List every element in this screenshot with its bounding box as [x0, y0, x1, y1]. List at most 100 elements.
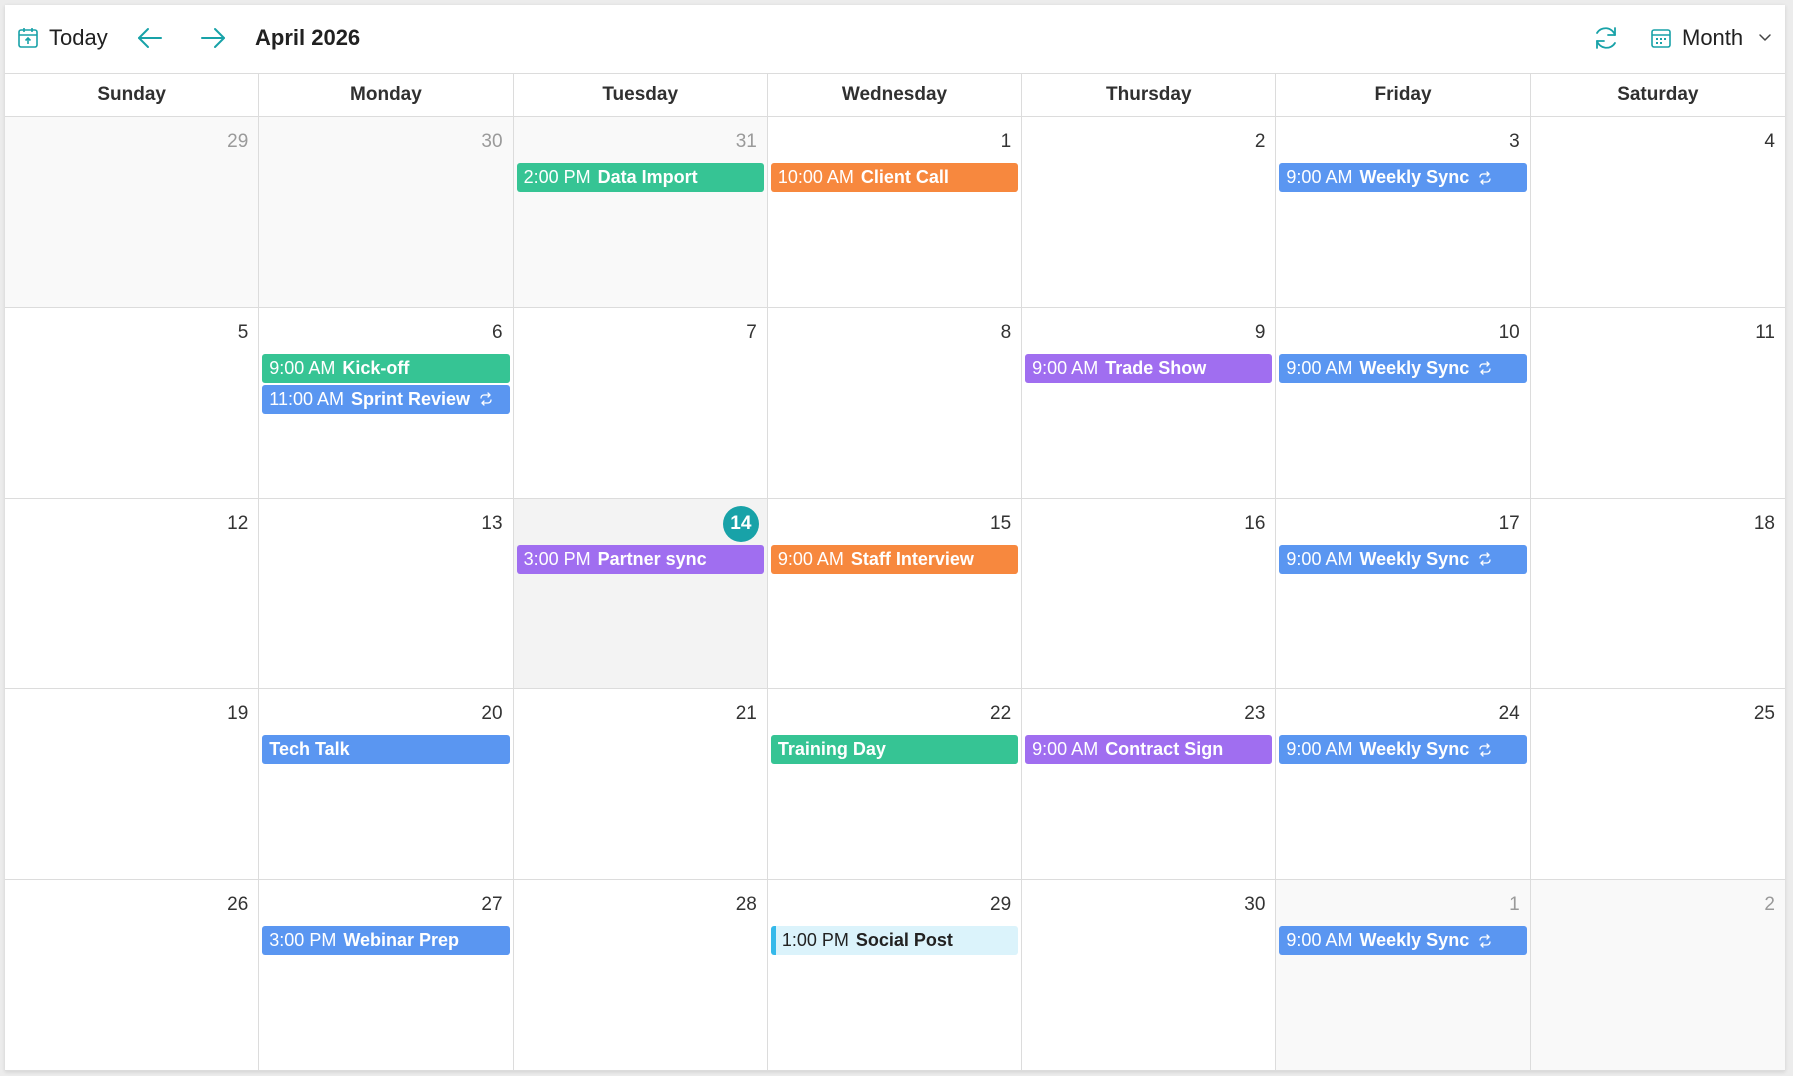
appointment[interactable]: 1:00 PM Social Post: [770, 926, 1019, 956]
day-cell[interactable]: 5: [5, 307, 260, 499]
day-number[interactable]: 7: [746, 322, 757, 344]
day-cell[interactable]: 4: [1530, 117, 1785, 308]
day-cell[interactable]: 18: [1530, 498, 1785, 690]
appointment-time: 1:00 PM: [781, 930, 849, 951]
today-date-badge[interactable]: 14: [722, 505, 759, 542]
day-number[interactable]: 21: [736, 703, 757, 725]
appointment-subject: Webinar Prep: [343, 930, 460, 951]
day-number[interactable]: 17: [1499, 513, 1520, 535]
day-number[interactable]: 18: [1754, 513, 1775, 535]
day-cell[interactable]: 16: [1022, 498, 1277, 690]
day-cell[interactable]: 17 9:00 AM Weekly Sync: [1276, 498, 1531, 690]
day-cell[interactable]: 8: [767, 307, 1023, 499]
previous-button[interactable]: [135, 23, 165, 53]
day-cell[interactable]: 3 9:00 AM Weekly Sync: [1276, 117, 1531, 308]
day-number[interactable]: 23: [1244, 703, 1265, 725]
day-cell[interactable]: 7: [513, 307, 768, 499]
day-cell[interactable]: 19: [5, 689, 260, 881]
appointment[interactable]: Tech Talk: [262, 735, 510, 765]
appointment-subject: Kick-off: [342, 357, 410, 378]
appointment[interactable]: 9:00 AM Contract Sign: [1025, 735, 1273, 765]
day-number[interactable]: 29: [990, 894, 1011, 916]
day-cell[interactable]: 29: [5, 117, 260, 308]
day-number[interactable]: 16: [1244, 513, 1265, 535]
day-number[interactable]: 25: [1754, 703, 1775, 725]
appointment-subject: Weekly Sync: [1359, 739, 1470, 760]
day-cell[interactable]: 14 3:00 PM Partner sync: [513, 498, 768, 690]
appointment[interactable]: 11:00 AM Sprint Review: [262, 384, 510, 414]
day-number[interactable]: 30: [481, 131, 502, 153]
day-cell[interactable]: 28: [513, 880, 768, 1071]
day-number[interactable]: 3: [1509, 131, 1520, 153]
day-cell[interactable]: 15 9:00 AM Staff Interview: [767, 498, 1023, 690]
day-number[interactable]: 30: [1244, 894, 1265, 916]
appointment[interactable]: 10:00 AM Client Call: [770, 163, 1019, 192]
weekday-header-tuesday: Tuesday: [514, 74, 768, 116]
day-number[interactable]: 1: [1509, 894, 1520, 916]
day-number[interactable]: 12: [227, 513, 248, 535]
day-cell[interactable]: 2: [1022, 117, 1277, 308]
appointment[interactable]: 9:00 AM Weekly Sync: [1279, 926, 1527, 956]
day-cell[interactable]: 27 3:00 PM Webinar Prep: [259, 880, 514, 1071]
date-range-button[interactable]: April 2026: [255, 25, 360, 51]
day-number[interactable]: 5: [238, 322, 249, 344]
day-number[interactable]: 9: [1255, 322, 1266, 344]
appointment[interactable]: 9:00 AM Weekly Sync: [1279, 544, 1527, 574]
day-cell[interactable]: 20 Tech Talk: [259, 689, 514, 881]
day-cell[interactable]: 31 2:00 PM Data Import: [513, 117, 768, 308]
day-cell[interactable]: 6 9:00 AM Kick-off 11:00 AM Sprint Review: [259, 307, 514, 499]
day-cell[interactable]: 26: [5, 880, 260, 1071]
day-cell[interactable]: 22 Training Day: [767, 689, 1023, 881]
refresh-button[interactable]: [1591, 23, 1621, 53]
day-cell[interactable]: 13: [259, 498, 514, 690]
day-cell[interactable]: 24 9:00 AM Weekly Sync: [1276, 689, 1531, 881]
today-button[interactable]: Today: [17, 25, 108, 51]
day-cell[interactable]: 23 9:00 AM Contract Sign: [1022, 689, 1277, 881]
appointment[interactable]: 9:00 AM Kick-off: [262, 353, 510, 383]
day-number[interactable]: 13: [481, 513, 502, 535]
day-cell[interactable]: 29 1:00 PM Social Post: [767, 880, 1023, 1071]
day-number[interactable]: 20: [481, 703, 502, 725]
appointment[interactable]: Training Day: [770, 735, 1019, 765]
event-list: 3:00 PM Webinar Prep: [262, 926, 510, 957]
day-number[interactable]: 26: [227, 894, 248, 916]
appointment[interactable]: 9:00 AM Weekly Sync: [1279, 163, 1527, 192]
day-number[interactable]: 24: [1499, 703, 1520, 725]
day-number[interactable]: 2: [1255, 131, 1266, 153]
day-number[interactable]: 4: [1764, 131, 1775, 153]
next-button[interactable]: [198, 23, 228, 53]
day-cell[interactable]: 9 9:00 AM Trade Show: [1022, 307, 1277, 499]
day-number[interactable]: 28: [736, 894, 757, 916]
day-number[interactable]: 11: [1755, 322, 1775, 344]
day-cell[interactable]: 11: [1530, 307, 1785, 499]
day-cell[interactable]: 2: [1530, 880, 1785, 1071]
day-number[interactable]: 27: [481, 894, 502, 916]
appointment[interactable]: 9:00 AM Weekly Sync: [1279, 735, 1527, 765]
day-number[interactable]: 15: [990, 513, 1011, 535]
day-cell[interactable]: 1 9:00 AM Weekly Sync: [1276, 880, 1531, 1071]
day-cell[interactable]: 10 9:00 AM Weekly Sync: [1276, 307, 1531, 499]
day-cell[interactable]: 12: [5, 498, 260, 690]
appointment[interactable]: 2:00 PM Data Import: [516, 163, 764, 192]
day-cell[interactable]: 1 10:00 AM Client Call: [767, 117, 1023, 308]
day-number[interactable]: 22: [990, 703, 1011, 725]
day-cell[interactable]: 21: [513, 689, 768, 881]
appointment[interactable]: 9:00 AM Weekly Sync: [1279, 353, 1527, 383]
day-number[interactable]: 6: [492, 322, 503, 344]
view-switcher[interactable]: Month: [1650, 25, 1773, 51]
day-number[interactable]: 19: [227, 703, 248, 725]
appointment[interactable]: 3:00 PM Webinar Prep: [262, 926, 510, 956]
day-number[interactable]: 29: [227, 131, 248, 153]
day-number[interactable]: 10: [1499, 322, 1520, 344]
day-number[interactable]: 1: [1001, 131, 1012, 153]
day-cell[interactable]: 30: [259, 117, 514, 308]
day-number[interactable]: 8: [1001, 322, 1012, 344]
day-cell[interactable]: 25: [1530, 689, 1785, 881]
day-number[interactable]: 2: [1764, 894, 1775, 916]
appointment[interactable]: 9:00 AM Trade Show: [1025, 353, 1273, 383]
appointment-time: 9:00 AM: [269, 357, 336, 378]
day-cell[interactable]: 30: [1022, 880, 1277, 1071]
appointment[interactable]: 9:00 AM Staff Interview: [770, 544, 1019, 574]
appointment[interactable]: 3:00 PM Partner sync: [516, 544, 764, 574]
day-number[interactable]: 31: [736, 131, 757, 153]
